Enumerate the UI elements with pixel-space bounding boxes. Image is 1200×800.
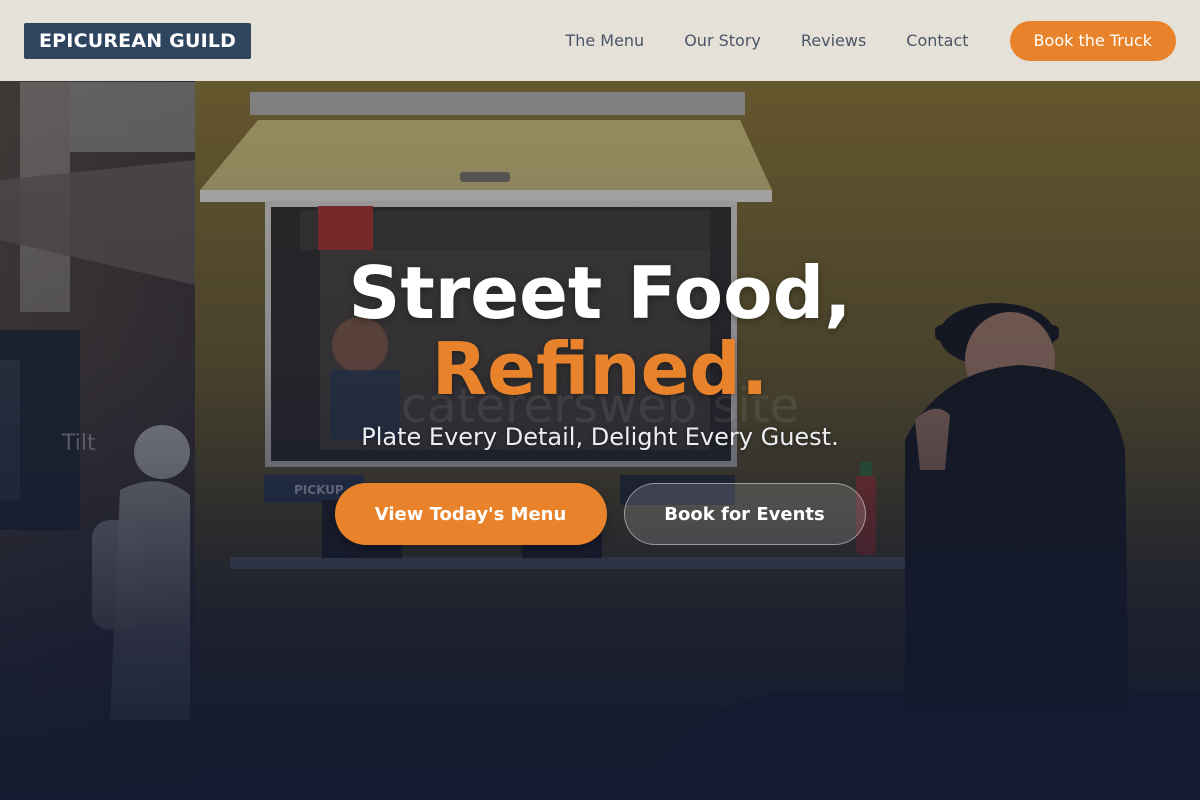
hero-button-row: View Today's Menu Book for Events	[334, 483, 866, 545]
hero-title-line1: Street Food,	[348, 251, 852, 335]
nav-link-reviews[interactable]: Reviews	[801, 31, 866, 50]
book-for-events-button[interactable]: Book for Events	[623, 483, 866, 545]
nav-link-contact[interactable]: Contact	[906, 31, 968, 50]
nav-link-our-story[interactable]: Our Story	[684, 31, 761, 50]
nav-menu: The Menu Our Story Reviews Contact Book …	[565, 20, 1176, 61]
hero-subtitle: Plate Every Detail, Delight Every Guest.	[361, 423, 839, 451]
hero-content: Street Food, Refined. Plate Every Detail…	[0, 255, 1200, 545]
nav-link-the-menu[interactable]: The Menu	[565, 31, 644, 50]
navbar: EPICUREAN GUILD The Menu Our Story Revie…	[0, 0, 1200, 81]
brand-logo[interactable]: EPICUREAN GUILD	[24, 22, 252, 59]
view-todays-menu-button[interactable]: View Today's Menu	[334, 483, 607, 545]
hero-title-line2: Refined.	[431, 327, 769, 411]
book-the-truck-button[interactable]: Book the Truck	[1009, 20, 1176, 61]
